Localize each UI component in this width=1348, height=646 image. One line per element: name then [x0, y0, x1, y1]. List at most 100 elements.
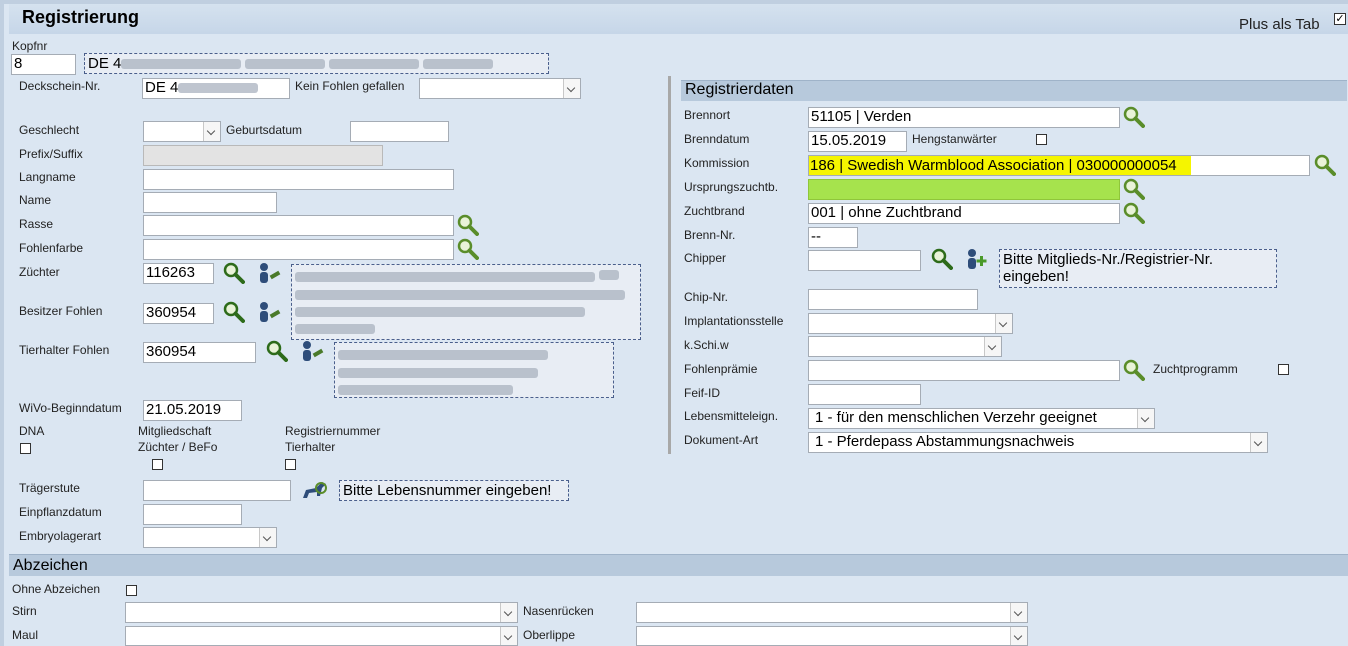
- zuchtbrand-input[interactable]: 001 | ohne Zuchtbrand: [808, 203, 1120, 224]
- search-icon[interactable]: [931, 248, 953, 270]
- kein-fohlen-select[interactable]: [419, 78, 581, 99]
- search-icon[interactable]: [223, 301, 245, 323]
- ohne-abzeichen-checkbox[interactable]: [126, 585, 137, 596]
- search-icon[interactable]: [457, 238, 479, 260]
- chevron-down-icon: [984, 337, 1001, 356]
- zuechter-label: Züchter: [19, 265, 60, 279]
- dna-label: DNA: [19, 424, 45, 438]
- rasse-input[interactable]: [143, 215, 454, 236]
- zuchtprogramm-label: Zuchtprogramm: [1153, 362, 1238, 376]
- traegerstute-hint: Bitte Lebensnummer eingeben!: [339, 480, 569, 501]
- rasse-label: Rasse: [19, 217, 54, 231]
- dna-checkbox[interactable]: [20, 443, 31, 454]
- geburtsdatum-label: Geburtsdatum: [226, 123, 303, 137]
- column-separator: [668, 76, 671, 454]
- ursprungszuchtb-input[interactable]: [808, 179, 1120, 200]
- geburtsdatum-input[interactable]: [350, 121, 449, 142]
- search-icon[interactable]: [1123, 202, 1145, 224]
- einpflanzdatum-input[interactable]: [143, 504, 242, 525]
- langname-label: Langname: [19, 170, 76, 184]
- langname-input[interactable]: [143, 169, 454, 190]
- search-icon[interactable]: [1123, 359, 1145, 381]
- wivo-label: WiVo-Beginndatum: [19, 401, 122, 415]
- hengstanwaerter-label: Hengstanwärter: [912, 132, 997, 146]
- person-edit-icon[interactable]: [257, 301, 281, 323]
- implantationsstelle-label: Implantationsstelle: [684, 314, 784, 328]
- person-edit-icon[interactable]: [257, 262, 281, 284]
- deckschein-input[interactable]: DE 4: [142, 78, 290, 99]
- dokument-art-select[interactable]: 1 - Pferdepass Abstammungsnachweis: [808, 432, 1268, 453]
- plus-als-tab-label: Plus als Tab: [1239, 16, 1320, 33]
- lebensmitteleign-label: Lebensmitteleign.: [684, 409, 779, 423]
- search-icon[interactable]: [1314, 154, 1336, 176]
- nasenruecken-select[interactable]: [636, 602, 1028, 623]
- mitgliedschaft-checkbox[interactable]: [152, 459, 163, 470]
- geschlecht-label: Geschlecht: [19, 123, 80, 137]
- kschiw-label: k.Schi.w: [684, 338, 729, 352]
- chevron-down-icon: [1010, 627, 1027, 645]
- einpflanzdatum-label: Einpflanzdatum: [19, 505, 102, 519]
- fohlenfarbe-input[interactable]: [143, 239, 454, 260]
- chevron-down-icon: [203, 122, 220, 141]
- embryolagerart-select[interactable]: [143, 527, 277, 548]
- fohlenpraemie-input[interactable]: [808, 360, 1120, 381]
- tierhalter-address-display: [334, 342, 614, 398]
- tierhalter-input[interactable]: 360954: [143, 342, 256, 363]
- implantationsstelle-select[interactable]: [808, 313, 1013, 334]
- deckschein-label: Deckschein-Nr.: [19, 79, 101, 93]
- stirn-label: Stirn: [12, 604, 37, 618]
- chevron-down-icon: [259, 528, 276, 547]
- oberlippe-select[interactable]: [636, 626, 1028, 646]
- maul-select[interactable]: [125, 626, 518, 646]
- fohlenfarbe-label: Fohlenfarbe: [19, 241, 84, 255]
- chevron-down-icon: [500, 627, 517, 645]
- search-icon[interactable]: [223, 262, 245, 284]
- embryolagerart-label: Embryolagerart: [19, 529, 102, 543]
- geschlecht-select[interactable]: [143, 121, 221, 142]
- brennort-input[interactable]: 51105 | Verden: [808, 107, 1120, 128]
- brenndatum-label: Brenndatum: [684, 132, 750, 146]
- lebensmitteleign-select[interactable]: 1 - für den menschlichen Verzehr geeigne…: [808, 408, 1155, 429]
- tierhalter-label: Tierhalter Fohlen: [19, 343, 110, 357]
- besitzer-label: Besitzer Fohlen: [19, 304, 103, 318]
- horse-search-icon[interactable]: [300, 478, 330, 502]
- registriernummer-checkbox[interactable]: [285, 459, 296, 470]
- fohlenpraemie-label: Fohlenprämie: [684, 362, 758, 376]
- traegerstute-input[interactable]: [143, 480, 291, 501]
- feif-id-input[interactable]: [808, 384, 921, 405]
- mitgliedschaft-label-2: Züchter / BeFo: [138, 440, 218, 454]
- zuechter-input[interactable]: 116263: [143, 263, 214, 284]
- wivo-input[interactable]: 21.05.2019: [143, 400, 242, 421]
- brenndatum-input[interactable]: 15.05.2019: [808, 131, 907, 152]
- stirn-select[interactable]: [125, 602, 518, 623]
- ohne-abzeichen-label: Ohne Abzeichen: [12, 582, 101, 596]
- prefix-suffix-input: [143, 145, 383, 166]
- kschiw-select[interactable]: [808, 336, 1002, 357]
- kopf-lebensnummer-display: DE 4: [84, 53, 549, 74]
- chipper-input[interactable]: [808, 250, 921, 271]
- chip-nr-input[interactable]: [808, 289, 978, 310]
- zuchtprogramm-checkbox[interactable]: [1278, 364, 1289, 375]
- search-icon[interactable]: [457, 214, 479, 236]
- chevron-down-icon: [500, 603, 517, 622]
- ursprungszuchtb-label: Ursprungszuchtb.: [684, 180, 779, 194]
- hengstanwaerter-checkbox[interactable]: [1036, 134, 1047, 145]
- search-icon[interactable]: [1123, 106, 1145, 128]
- plus-als-tab-checkbox[interactable]: ✓: [1334, 13, 1346, 25]
- kein-fohlen-label: Kein Fohlen gefallen: [295, 79, 405, 93]
- window-frame-left: [0, 0, 4, 646]
- chevron-down-icon: [1137, 409, 1154, 428]
- kommission-input[interactable]: 186 | Swedish Warmblood Association | 03…: [808, 155, 1310, 176]
- kopfnr-input[interactable]: 8: [11, 54, 76, 75]
- brenn-nr-label: Brenn-Nr.: [684, 228, 736, 242]
- search-icon[interactable]: [1123, 178, 1145, 200]
- abzeichen-header: Abzeichen: [9, 554, 1348, 576]
- person-add-icon[interactable]: [965, 248, 989, 270]
- besitzer-input[interactable]: 360954: [143, 303, 214, 324]
- brenn-nr-input[interactable]: --: [808, 227, 858, 248]
- search-icon[interactable]: [266, 340, 288, 362]
- person-edit-icon[interactable]: [300, 340, 324, 362]
- name-input[interactable]: [143, 192, 277, 213]
- dokument-art-label: Dokument-Art: [684, 433, 759, 447]
- registriernummer-label: Registriernummer: [285, 424, 381, 438]
